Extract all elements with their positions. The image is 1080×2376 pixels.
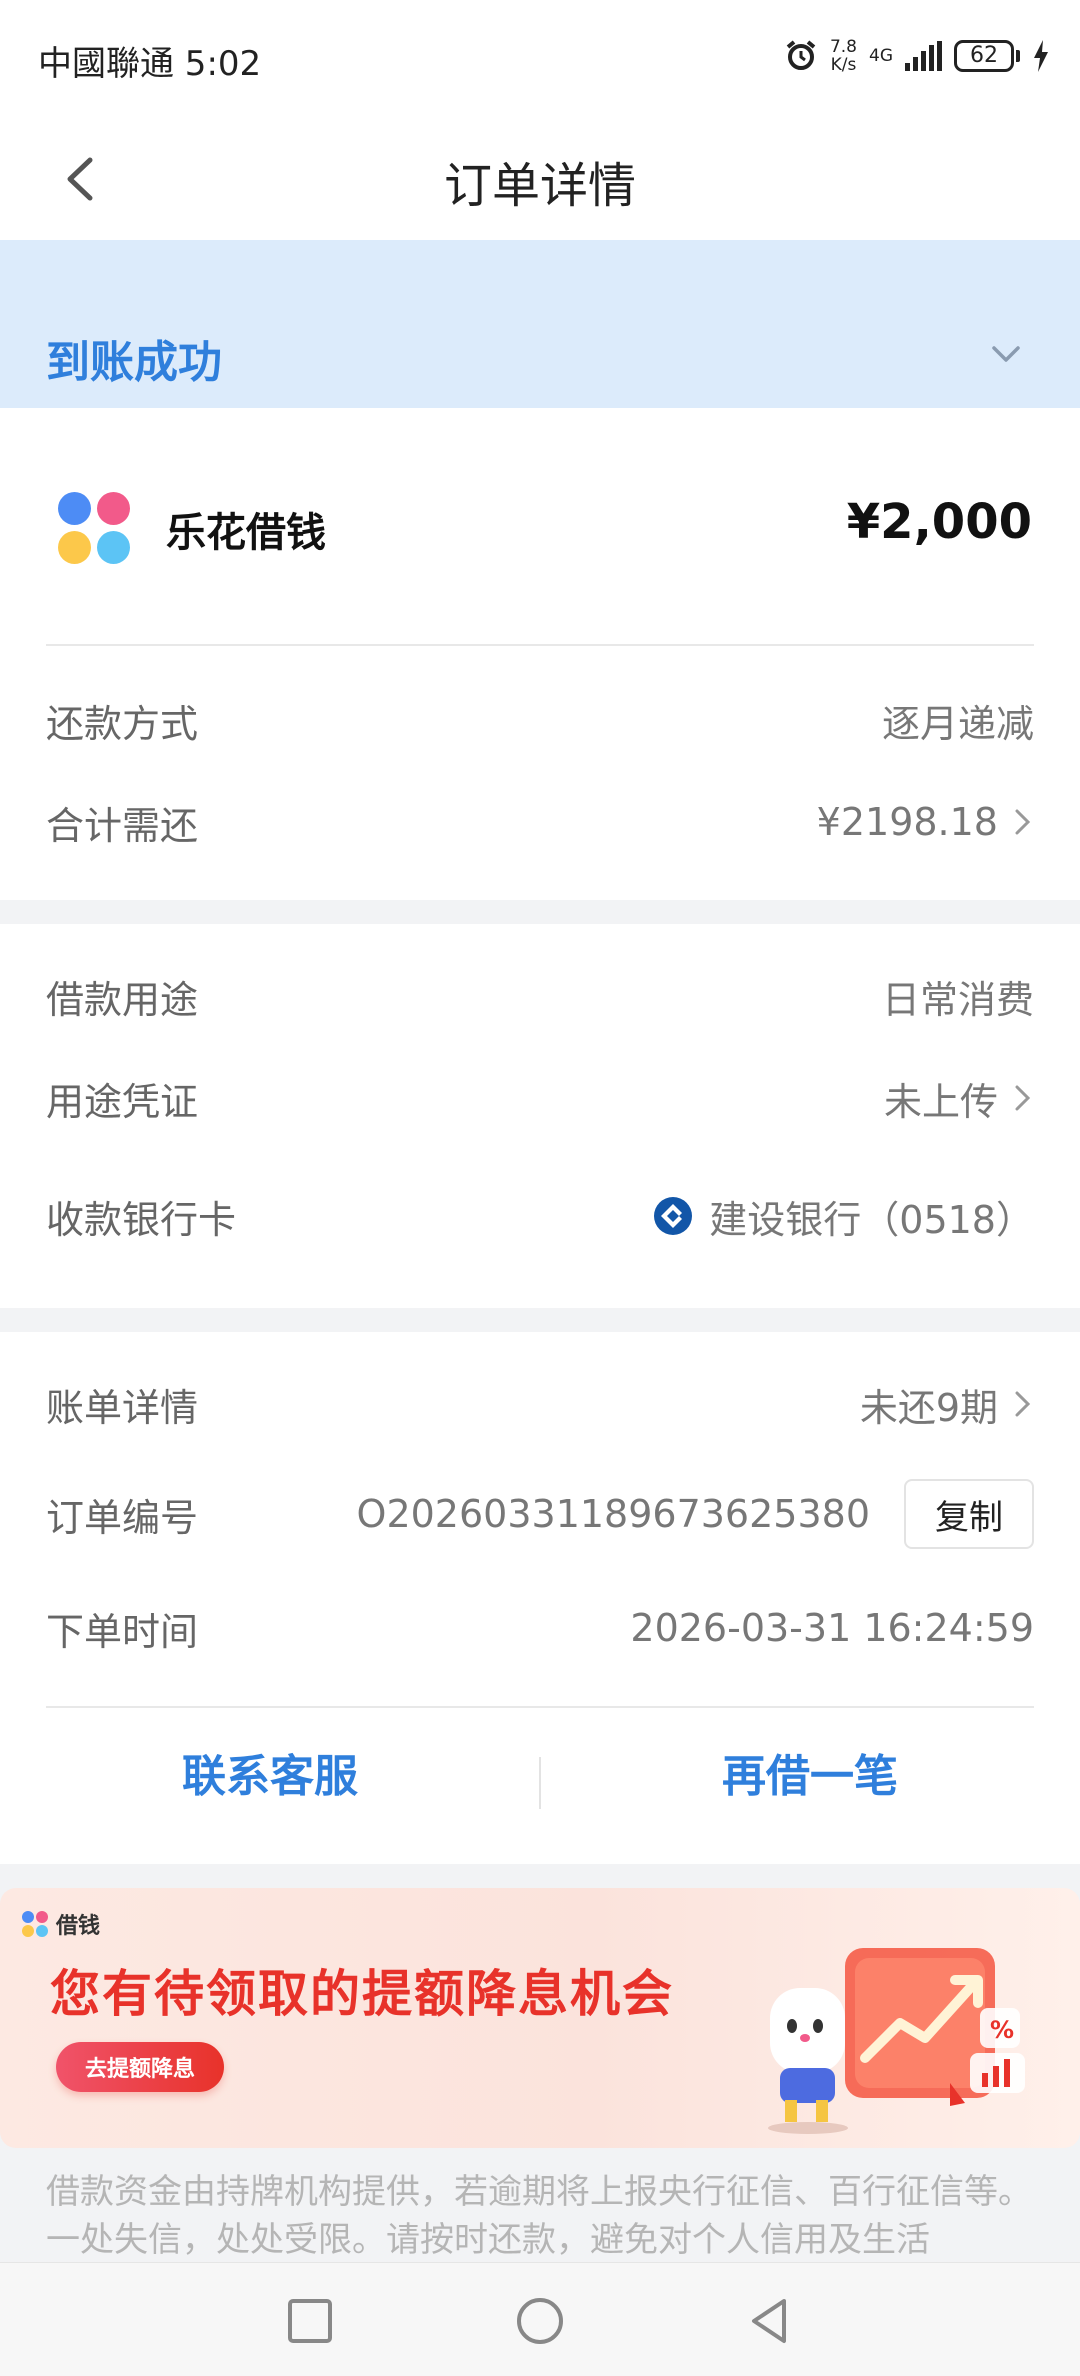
disclaimer-text: 借款资金由持牌机构提供，若逾期将上报央行征信、百行征信等。一处失信，处处受限。请… [46,2172,1032,2260]
bank-card-label: 收款银行卡 [46,1197,237,1242]
proof-value-wrap: 未上传 [884,1071,1034,1126]
repay-method-value: 逐月递减 [881,701,1034,746]
loan-amount: ¥2,000 [846,494,1032,550]
bank-card-row: 收款银行卡 建设银行（0518） [46,1186,1034,1246]
mascot-chart-illustration: % [768,1948,1025,2134]
action-separator [539,1757,541,1809]
contact-service-button[interactable]: 联系客服 [0,1707,540,1837]
order-number-value: O20260331189673625380 [356,1492,870,1536]
bill-label: 账单详情 [46,1385,199,1430]
signal-icon [905,41,942,71]
product-name: 乐花借钱 [166,510,326,556]
bill-value: 未还9期 [859,1385,998,1430]
bank-card-value-wrap: 建设银行（0518） [653,1189,1034,1244]
recent-apps-icon[interactable] [284,2295,336,2347]
purpose-row: 借款用途 日常消费 [46,966,1034,1026]
proof-row[interactable]: 用途凭证 未上传 [46,1068,1034,1128]
promo-title: 您有待领取的提额降息机会 [50,1965,674,2023]
order-number-wrap: O20260331189673625380 复制 [357,1479,1034,1549]
total-due-value-wrap: ¥2198.18 [817,800,1034,844]
copy-button[interactable]: 复制 [904,1479,1034,1549]
chevron-right-icon [1015,1085,1031,1111]
repay-method-row: 还款方式 逐月递减 [46,690,1034,750]
system-nav-bar [0,2262,1080,2376]
carrier-time: 中國聯通 5:02 [38,44,262,84]
order-number-label: 订单编号 [46,1495,199,1540]
chevron-right-icon [1015,809,1031,835]
order-time-value: 2026-03-31 16:24:59 [630,1606,1034,1650]
bill-row[interactable]: 账单详情 未还9期 [46,1374,1034,1434]
total-due-label: 合计需还 [46,803,199,848]
nav-bar: 订单详情 [0,118,1080,240]
order-number-row: 订单编号 O20260331189673625380 复制 [46,1479,1034,1549]
total-due-value: ¥2198.18 [816,800,998,844]
svg-text:%: % [990,2016,1014,2044]
charging-icon [1034,40,1048,72]
action-bar: 联系客服 再借一笔 [0,1707,1080,1837]
promo-tag-text: 借钱 [56,1914,101,1939]
proof-value: 未上传 [883,1079,998,1124]
battery-icon: 62 [954,40,1020,72]
repay-method-label: 还款方式 [46,701,199,746]
total-due-row[interactable]: 合计需还 ¥2198.18 [46,792,1034,852]
loan-summary-card: 乐花借钱 ¥2,000 还款方式 逐月递减 合计需还 ¥2198.18 [0,408,1080,900]
promo-tag: 借钱 [22,1908,100,1940]
purpose-value: 日常消费 [881,977,1034,1022]
promo-banner[interactable]: 借钱 您有待领取的提额降息机会 去提额降息 % [0,1888,1080,2148]
borrow-again-button[interactable]: 再借一笔 [540,1707,1080,1837]
page-title: 订单详情 [443,158,636,214]
back-icon[interactable] [744,2295,796,2347]
status-text: 到账成功 [46,337,222,388]
battery-level: 62 [954,40,1014,72]
bill-value-wrap: 未还9期 [860,1377,1034,1432]
order-time-label: 下单时间 [46,1609,199,1654]
ccb-bank-icon [654,1197,693,1235]
chevron-right-icon [1015,1391,1031,1417]
net-speed-value: 7.8 [829,37,857,57]
status-bar: 中國聯通 5:02 7.8 K/s 4G 62 [0,0,1080,118]
status-icons: 7.8 K/s 4G 62 [784,38,1050,74]
net-speed: 7.8 K/s [830,38,857,74]
net-speed-unit: K/s [830,55,857,75]
chevron-down-icon[interactable] [988,336,1024,372]
product-logo-icon [58,492,130,564]
loan-info-card: 借款用途 日常消费 用途凭证 未上传 收款银行卡 建设银行（0518） [0,924,1080,1308]
bank-card-value: 建设银行（0518） [709,1197,1034,1242]
alarm-icon [786,40,816,70]
order-time-row: 下单时间 2026-03-31 16:24:59 [46,1598,1034,1658]
divider [46,644,1034,646]
promo-logo-icon [22,1911,48,1937]
network-type: 4G [869,46,893,66]
status-banner[interactable]: 到账成功 [0,240,1080,408]
proof-label: 用途凭证 [46,1079,199,1124]
purpose-label: 借款用途 [46,977,199,1022]
home-icon[interactable] [514,2295,566,2347]
promo-button[interactable]: 去提额降息 [56,2042,224,2092]
